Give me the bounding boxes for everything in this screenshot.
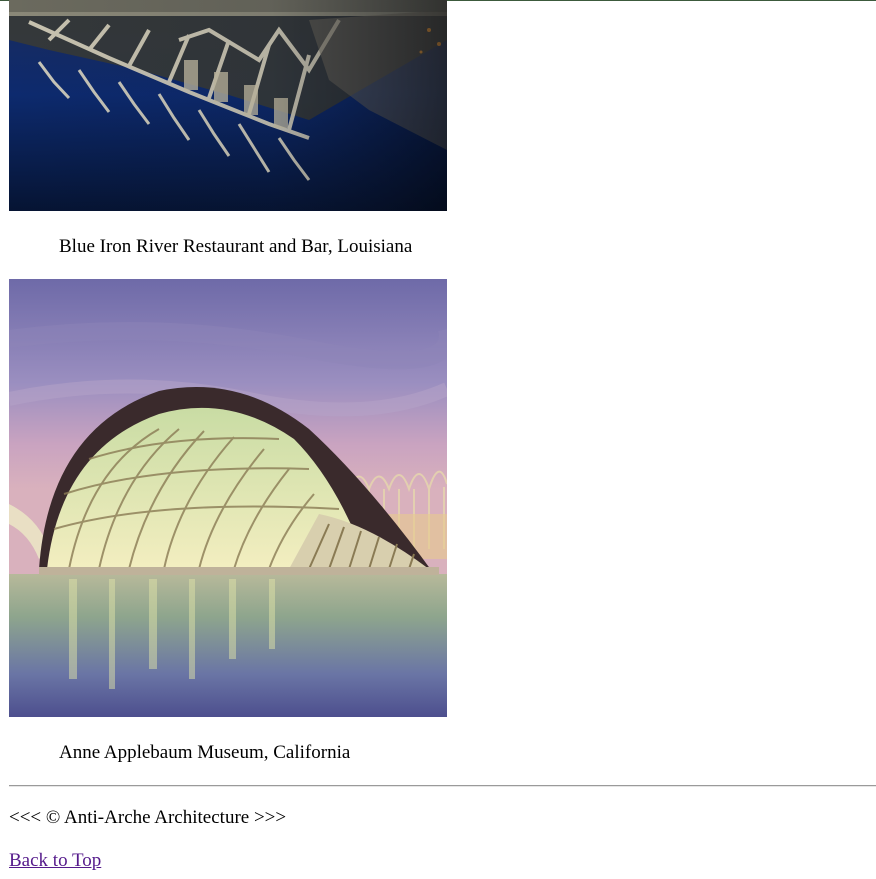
back-to-top-link[interactable]: Back to Top [9,850,101,872]
footer-divider [9,785,876,787]
architecture-photo-applebaum-museum [9,279,447,717]
architecture-photo-blue-iron [9,0,447,211]
photo-caption: Blue Iron River Restaurant and Bar, Loui… [59,236,413,257]
photo-caption: Anne Applebaum Museum, California [59,742,351,763]
copyright-text: <<< © Anti-Arche Architecture >>> [9,807,287,828]
